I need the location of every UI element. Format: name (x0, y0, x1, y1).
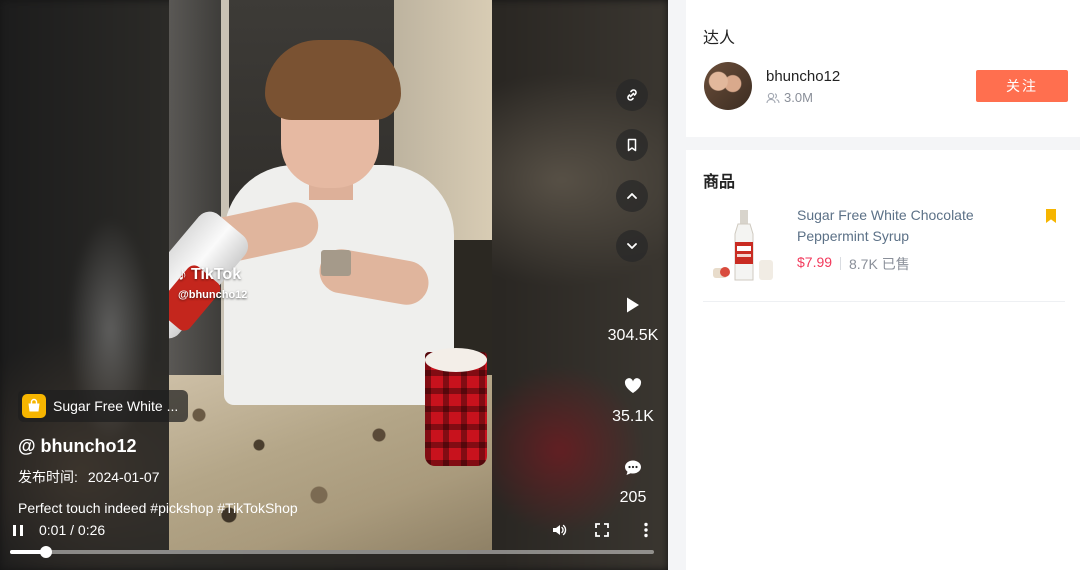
tiktok-watermark-handle: @bhuncho12 (178, 289, 248, 301)
fullscreen-icon (595, 523, 609, 537)
pause-icon (13, 524, 23, 536)
bookmark-icon (627, 138, 637, 152)
progress-bar[interactable] (10, 546, 654, 558)
follower-count: 3.0M (766, 90, 813, 105)
tiktok-note-icon: ♪ (178, 264, 187, 284)
price-divider (840, 257, 841, 270)
video-controls: 0:01 / 0:26 (0, 518, 668, 542)
copy-link-button[interactable] (616, 79, 648, 111)
bookmark-icon[interactable] (1045, 208, 1057, 224)
products-card: 商品 Sugar Free White Chocolate Peppermint… (686, 150, 1080, 570)
product-price: $7.99 (797, 254, 833, 270)
video-author[interactable]: @ bhuncho12 (18, 436, 137, 457)
products-section-title: 商品 (703, 174, 736, 191)
followers-icon (766, 92, 780, 103)
comment-count-value: 205 (619, 489, 647, 506)
save-video-button[interactable] (616, 129, 648, 161)
progress-handle[interactable] (40, 546, 53, 558)
tiktok-watermark: ♪ TikTok (178, 264, 241, 285)
product-image[interactable] (711, 208, 777, 284)
product-item[interactable]: Sugar Free White Chocolate Peppermint Sy… (703, 200, 1065, 302)
creator-card: 达人 bhuncho12 3.0M 关注 (686, 0, 1080, 137)
product-chip[interactable]: Sugar Free White ... (18, 390, 188, 422)
avatar[interactable] (704, 62, 752, 110)
chevron-up-icon (627, 193, 637, 199)
fullscreen-button[interactable] (593, 521, 611, 539)
creator-section-title: 达人 (703, 30, 736, 47)
like-count[interactable]: 35.1K (598, 376, 668, 426)
play-count-value: 304.5K (607, 327, 659, 344)
shopping-bag-icon (22, 394, 46, 418)
scene-cup-lid (425, 348, 487, 372)
product-title[interactable]: Sugar Free White Chocolate Peppermint Sy… (797, 205, 1033, 247)
publish-info: 发布时间: 2024-01-07 (18, 467, 160, 487)
play-icon (623, 295, 643, 315)
info-panel: 达人 bhuncho12 3.0M 关注 商品 Sugar Free White… (686, 0, 1080, 570)
time-display: 0:01 / 0:26 (39, 522, 105, 538)
volume-button[interactable] (550, 521, 568, 539)
chevron-down-icon (627, 243, 637, 249)
publish-date: 2024-01-07 (87, 469, 160, 485)
duration: 0:26 (77, 522, 106, 538)
current-time: 0:01 (39, 522, 67, 538)
pause-button[interactable] (10, 522, 26, 538)
page: ♪ TikTok @bhuncho12 304.5K 35.1K 205 Sug… (0, 0, 1080, 570)
time-separator: / (70, 522, 75, 538)
follow-button[interactable]: 关注 (976, 70, 1068, 102)
scene-flask (321, 250, 351, 276)
next-video-button[interactable] (616, 230, 648, 262)
play-count: 304.5K (598, 295, 668, 345)
product-chip-label: Sugar Free White ... (53, 398, 179, 414)
previous-video-button[interactable] (616, 180, 648, 212)
video-description: Perfect touch indeed #pickshop #TikTokSh… (18, 500, 298, 516)
follower-count-value: 3.0M (784, 90, 813, 105)
heart-icon[interactable] (623, 376, 643, 396)
volume-icon (553, 524, 567, 536)
tiktok-watermark-brand: TikTok (191, 265, 242, 283)
more-icon (644, 522, 648, 538)
like-count-value: 35.1K (612, 408, 654, 425)
product-sold-count: 8.7K 已售 (849, 256, 910, 272)
comment-count[interactable]: 205 (598, 457, 668, 507)
scene-person-hair (265, 40, 401, 120)
more-options-button[interactable] (637, 521, 655, 539)
publish-label: 发布时间: (18, 469, 78, 485)
scene-door (169, 0, 229, 400)
creator-name[interactable]: bhuncho12 (766, 68, 840, 85)
video-player[interactable]: ♪ TikTok @bhuncho12 304.5K 35.1K 205 Sug… (0, 0, 668, 570)
comment-icon[interactable] (623, 457, 643, 477)
link-icon (627, 89, 637, 101)
